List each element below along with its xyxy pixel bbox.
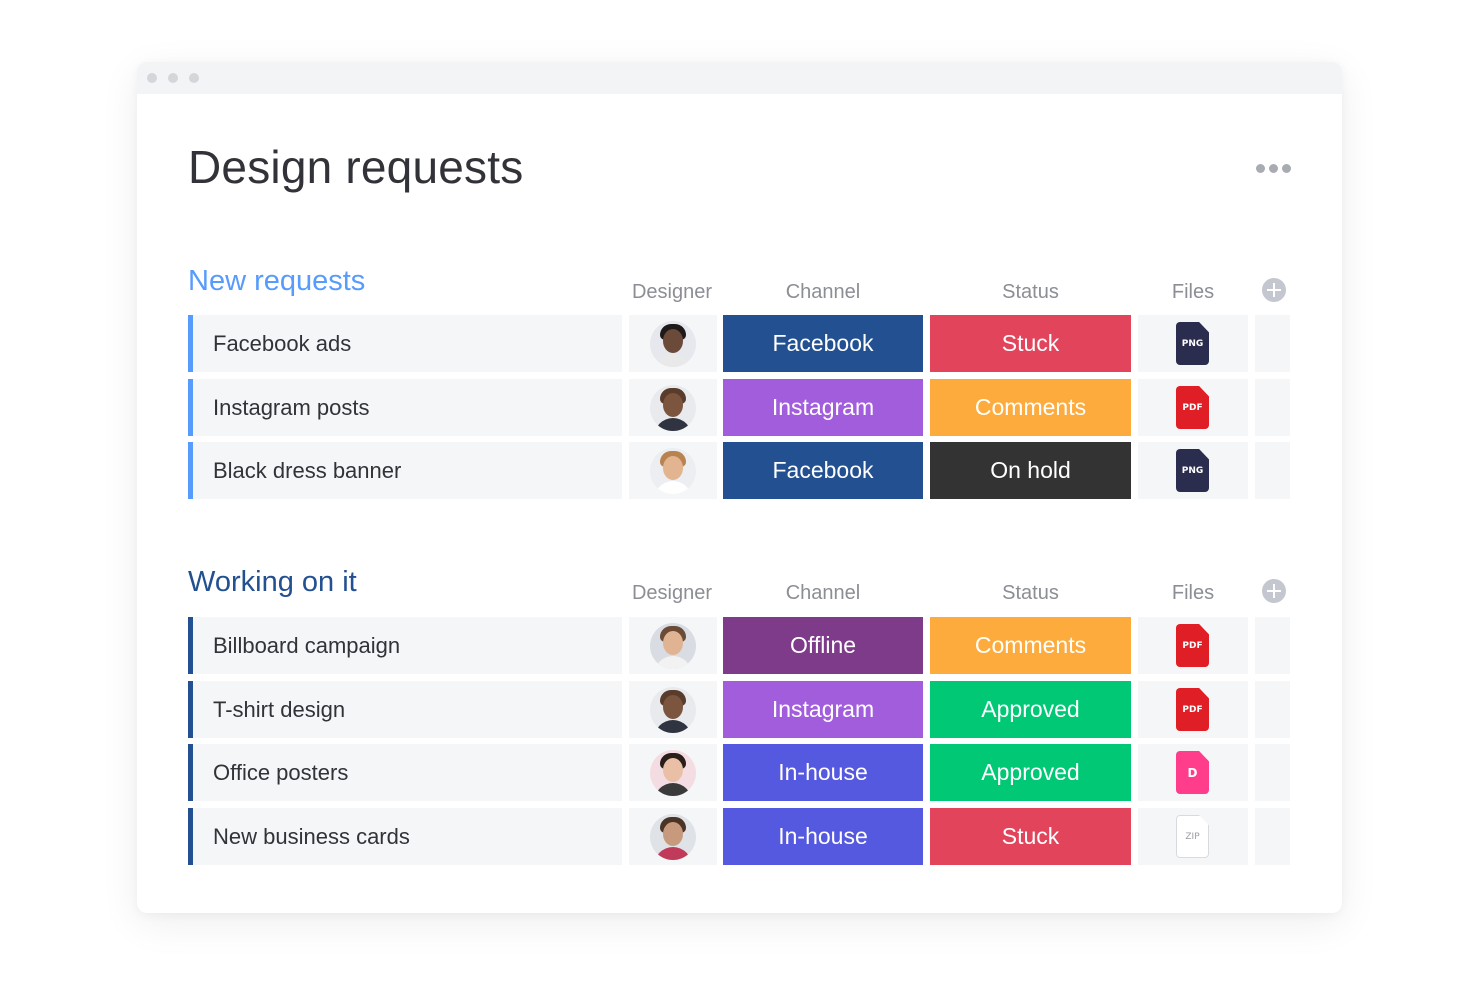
designer-cell[interactable] bbox=[629, 442, 717, 499]
designer-cell[interactable] bbox=[629, 744, 717, 801]
empty-cell[interactable] bbox=[1255, 808, 1290, 865]
item-name-cell[interactable]: Black dress banner bbox=[188, 442, 622, 499]
avatar-woman-dark[interactable] bbox=[650, 750, 696, 796]
status-label[interactable]: Approved bbox=[930, 744, 1131, 801]
file-type-label: PDF bbox=[1182, 705, 1203, 715]
file-d-icon[interactable]: D bbox=[1176, 751, 1209, 794]
empty-cell[interactable] bbox=[1255, 442, 1290, 499]
more-options-icon[interactable] bbox=[1254, 160, 1294, 176]
column-header-status[interactable]: Status bbox=[930, 582, 1131, 605]
add-column-icon[interactable] bbox=[1262, 278, 1286, 302]
avatar-man-bald[interactable] bbox=[650, 687, 696, 733]
files-cell[interactable]: PDF bbox=[1138, 617, 1248, 674]
window-dot-icon bbox=[147, 73, 157, 83]
designer-cell[interactable] bbox=[629, 617, 717, 674]
status-label[interactable]: Stuck bbox=[930, 315, 1131, 372]
empty-cell[interactable] bbox=[1255, 617, 1290, 674]
item-name: Office posters bbox=[213, 760, 349, 785]
designer-cell[interactable] bbox=[629, 379, 717, 436]
item-name: New business cards bbox=[213, 824, 410, 849]
avatar-woman-blonde[interactable] bbox=[650, 448, 696, 494]
files-cell[interactable]: PNG bbox=[1138, 315, 1248, 372]
status-label[interactable]: Comments bbox=[930, 617, 1131, 674]
designer-cell[interactable] bbox=[629, 681, 717, 738]
avatar-woman-curly[interactable] bbox=[650, 321, 696, 367]
avatar-man-bald[interactable] bbox=[650, 385, 696, 431]
column-header-status[interactable]: Status bbox=[930, 281, 1131, 304]
column-header-files[interactable]: Files bbox=[1138, 582, 1248, 605]
channel-label[interactable]: Facebook bbox=[723, 315, 923, 372]
file-type-label: ZIP bbox=[1185, 832, 1200, 842]
item-name: T-shirt design bbox=[213, 697, 346, 722]
channel-label[interactable]: In-house bbox=[723, 808, 923, 865]
item-name-cell[interactable]: Billboard campaign bbox=[188, 617, 622, 674]
item-name-cell[interactable]: New business cards bbox=[188, 808, 622, 865]
item-name-cell[interactable]: Office posters bbox=[188, 744, 622, 801]
status-label[interactable]: On hold bbox=[930, 442, 1131, 499]
channel-label[interactable]: Offline bbox=[723, 617, 923, 674]
file-png-icon[interactable]: PNG bbox=[1176, 322, 1209, 365]
files-cell[interactable]: PNG bbox=[1138, 442, 1248, 499]
file-pdf-icon[interactable]: PDF bbox=[1176, 624, 1209, 667]
empty-cell[interactable] bbox=[1255, 744, 1290, 801]
table-row[interactable]: Instagram posts Instagram Comments PDF bbox=[188, 379, 1290, 436]
files-cell[interactable]: PDF bbox=[1138, 681, 1248, 738]
window-dot-icon bbox=[168, 73, 178, 83]
files-cell[interactable]: PDF bbox=[1138, 379, 1248, 436]
table-row[interactable]: Billboard campaign Offline Comments PDF bbox=[188, 617, 1290, 674]
table-row[interactable]: T-shirt design Instagram Approved PDF bbox=[188, 681, 1290, 738]
channel-label[interactable]: Facebook bbox=[723, 442, 923, 499]
avatar-man-glasses[interactable] bbox=[650, 814, 696, 860]
window-titlebar bbox=[137, 62, 1342, 94]
item-name-cell[interactable]: Instagram posts bbox=[188, 379, 622, 436]
item-name: Facebook ads bbox=[213, 331, 352, 356]
designer-cell[interactable] bbox=[629, 315, 717, 372]
file-png-icon[interactable]: PNG bbox=[1176, 449, 1209, 492]
channel-label[interactable]: Instagram bbox=[723, 379, 923, 436]
column-header-designer[interactable]: Designer bbox=[617, 281, 727, 304]
file-zip-icon[interactable]: ZIP bbox=[1176, 815, 1209, 858]
column-header-channel[interactable]: Channel bbox=[723, 582, 923, 605]
window-dot-icon bbox=[189, 73, 199, 83]
item-name: Instagram posts bbox=[213, 395, 370, 420]
status-label[interactable]: Comments bbox=[930, 379, 1131, 436]
table-row[interactable]: New business cards In-house Stuck ZIP bbox=[188, 808, 1290, 865]
table-row[interactable]: Facebook ads Facebook Stuck PNG bbox=[188, 315, 1290, 372]
column-header-channel[interactable]: Channel bbox=[723, 281, 923, 304]
empty-cell[interactable] bbox=[1255, 315, 1290, 372]
empty-cell[interactable] bbox=[1255, 681, 1290, 738]
file-type-label: PDF bbox=[1182, 641, 1203, 651]
file-type-label: D bbox=[1187, 766, 1198, 780]
group-title-working-on-it[interactable]: Working on it bbox=[188, 566, 357, 599]
file-type-label: PDF bbox=[1182, 403, 1203, 413]
item-name-cell[interactable]: Facebook ads bbox=[188, 315, 622, 372]
channel-label[interactable]: In-house bbox=[723, 744, 923, 801]
group-title-new-requests[interactable]: New requests bbox=[188, 265, 365, 298]
file-pdf-icon[interactable]: PDF bbox=[1176, 386, 1209, 429]
status-label[interactable]: Approved bbox=[930, 681, 1131, 738]
item-name: Black dress banner bbox=[213, 458, 402, 483]
file-type-label: PNG bbox=[1181, 466, 1204, 476]
add-column-icon[interactable] bbox=[1262, 579, 1286, 603]
column-header-files[interactable]: Files bbox=[1138, 281, 1248, 304]
file-type-label: PNG bbox=[1181, 339, 1204, 349]
table-row[interactable]: Black dress banner Facebook On hold PNG bbox=[188, 442, 1290, 499]
empty-cell[interactable] bbox=[1255, 379, 1290, 436]
files-cell[interactable]: ZIP bbox=[1138, 808, 1248, 865]
item-name: Billboard campaign bbox=[213, 633, 401, 658]
designer-cell[interactable] bbox=[629, 808, 717, 865]
column-header-designer[interactable]: Designer bbox=[617, 582, 727, 605]
table-row[interactable]: Office posters In-house Approved D bbox=[188, 744, 1290, 801]
item-name-cell[interactable]: T-shirt design bbox=[188, 681, 622, 738]
page-title: Design requests bbox=[188, 141, 524, 193]
channel-label[interactable]: Instagram bbox=[723, 681, 923, 738]
files-cell[interactable]: D bbox=[1138, 744, 1248, 801]
file-pdf-icon[interactable]: PDF bbox=[1176, 688, 1209, 731]
avatar-man-beard[interactable] bbox=[650, 623, 696, 669]
status-label[interactable]: Stuck bbox=[930, 808, 1131, 865]
